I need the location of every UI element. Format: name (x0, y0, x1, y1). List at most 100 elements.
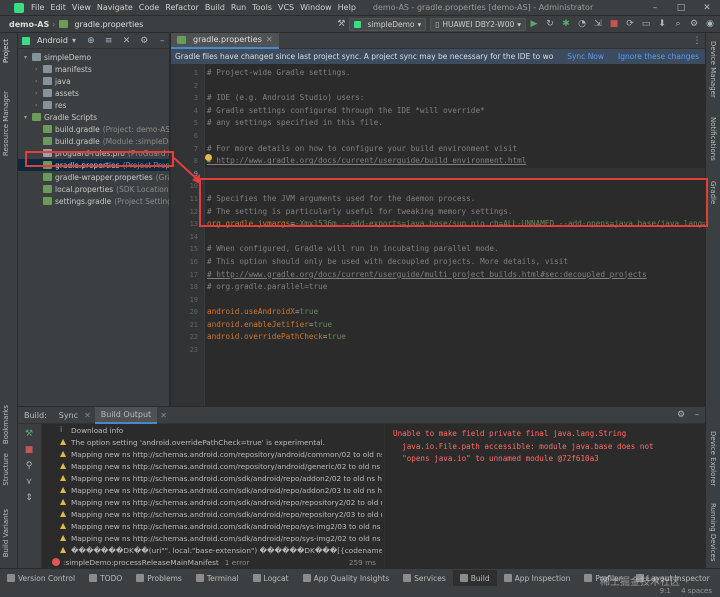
code-line[interactable]: # For more details on how to configure y… (205, 143, 705, 156)
status-tab-todo[interactable]: TODO (82, 570, 129, 586)
menu-help[interactable]: Help (335, 3, 359, 12)
device-explorer-tool-tab[interactable]: Device Explorer (709, 431, 717, 486)
tree-item[interactable]: ▾ simpleDemo (18, 51, 169, 63)
menu-code[interactable]: Code (136, 3, 162, 12)
status-tab-logcat[interactable]: Logcat (246, 570, 296, 586)
gradle-tool-tab[interactable]: Gradle (709, 181, 717, 204)
build-variants-tool-tab[interactable]: Build Variants (2, 509, 10, 557)
debug-icon[interactable]: ✱ (560, 18, 572, 30)
tree-item[interactable]: › res (18, 99, 169, 111)
build-output-row[interactable]: ▲ Mapping new ns http://schemas.android.c… (42, 448, 382, 460)
device-manager-icon[interactable]: ▭ (640, 18, 652, 30)
filter-icon[interactable]: ⋎ (23, 476, 35, 488)
status-tab-version-control[interactable]: Version Control (0, 570, 82, 586)
breadcrumb-file[interactable]: gradle.properties (71, 20, 146, 29)
code-line[interactable]: android.useAndroidX=true (205, 306, 705, 319)
running-devices-tool-tab[interactable]: Running Devices (709, 503, 717, 562)
menu-run[interactable]: Run (228, 3, 249, 12)
tree-item[interactable]: build.gradle(Module :simpleDemo) (18, 135, 169, 147)
project-tool-tab[interactable]: Project (2, 39, 10, 63)
code-line[interactable]: # Project-wide Gradle settings. (205, 67, 705, 80)
code-line[interactable] (205, 80, 705, 93)
build-output-row[interactable]: ▲ The option setting 'android.overridePat… (42, 436, 382, 448)
structure-tool-tab[interactable]: Structure (2, 453, 10, 486)
code-line[interactable]: # IDE (e.g. Android Studio) users: (205, 92, 705, 105)
code-line[interactable]: # http://www.gradle.org/docs/current/use… (205, 155, 705, 168)
locate-icon[interactable]: ⊕ (86, 35, 96, 47)
menu-file[interactable]: File (28, 3, 47, 12)
caret-position[interactable]: 9:1 (660, 587, 671, 595)
build-output-row[interactable]: i Download info (42, 424, 382, 436)
tree-item[interactable]: settings.gradle(Project Settings) (18, 195, 169, 207)
expand-arrow-icon[interactable]: › (35, 66, 43, 73)
attach-debugger-icon[interactable]: ⇲ (592, 18, 604, 30)
code-line[interactable]: # This option should only be used with d… (205, 256, 705, 269)
menu-refactor[interactable]: Refactor (162, 3, 202, 12)
code-line[interactable]: android.overridePathCheck=true (205, 331, 705, 344)
expand-arrow-icon[interactable]: ▾ (24, 54, 32, 61)
expand-all-icon[interactable]: ✕ (122, 35, 132, 47)
build-output-row[interactable]: ▲ Mapping new ns http://schemas.android.c… (42, 508, 382, 520)
resource-manager-tool-tab[interactable]: Resource Manager (2, 91, 10, 156)
expand-arrow-icon[interactable]: › (35, 90, 43, 97)
code-editor[interactable]: # Project-wide Gradle settings. # IDE (e.… (205, 64, 705, 406)
expand-arrow-icon[interactable]: › (35, 78, 43, 85)
stop-icon[interactable]: ■ (23, 444, 35, 456)
tree-item[interactable]: › assets (18, 87, 169, 99)
hammer-icon[interactable]: ⚒ (23, 428, 35, 440)
tree-item[interactable]: gradle-wrapper.properties(Gradle Version… (18, 171, 169, 183)
sync-gradle-icon[interactable]: ⟳ (624, 18, 636, 30)
device-select[interactable]: ▯ HUAWEI DBY2-W00 ▾ (430, 17, 526, 31)
rerun-icon[interactable]: ↻ (544, 18, 556, 30)
tree-item[interactable]: ▾ Gradle Scripts (18, 111, 169, 123)
code-line[interactable]: # Gradle settings configured through the… (205, 105, 705, 118)
code-line[interactable]: android.enableJetifier=true (205, 319, 705, 332)
lightbulb-icon[interactable] (205, 154, 212, 161)
minimize-icon[interactable]: – (642, 3, 668, 13)
hide-icon[interactable]: – (691, 409, 703, 421)
pin-icon[interactable]: ⚲ (23, 460, 35, 472)
tree-item[interactable]: local.properties (SDK Location) (18, 183, 169, 195)
code-line[interactable] (205, 231, 705, 244)
status-tab-terminal[interactable]: Terminal (189, 570, 246, 586)
code-line[interactable]: # http://www.gradle.org/docs/current/use… (205, 269, 705, 282)
code-line[interactable] (205, 130, 705, 143)
settings-icon[interactable]: ⚙ (675, 409, 687, 421)
sdk-manager-icon[interactable]: ⬇ (656, 18, 668, 30)
build-output-row[interactable]: ▲ Mapping new ns http://schemas.android.c… (42, 460, 382, 472)
expand-arrow-icon[interactable]: › (35, 102, 43, 109)
tab-gradle-properties[interactable]: gradle.properties ✕ (171, 32, 279, 49)
status-tab-problems[interactable]: Problems (129, 570, 189, 586)
menu-vcs[interactable]: VCS (275, 3, 297, 12)
hammer-icon[interactable]: ⚒ (335, 18, 347, 30)
build-output-row[interactable]: ▲ Mapping new ns http://schemas.android.c… (42, 496, 382, 508)
code-line[interactable]: # When configured, Gradle will run in in… (205, 243, 705, 256)
tab-build-output[interactable]: Build Output (94, 406, 158, 424)
status-tab-build[interactable]: Build (452, 570, 497, 586)
code-line[interactable] (205, 294, 705, 307)
options-icon[interactable]: ⚙ (139, 35, 149, 47)
close-tab-icon[interactable]: ✕ (266, 35, 273, 44)
project-view-select[interactable]: Android (37, 36, 68, 45)
tree-item[interactable]: build.gradle (Project: demo-AS) (18, 123, 169, 135)
menu-window[interactable]: Window (297, 3, 335, 12)
menu-view[interactable]: View (69, 3, 94, 12)
search-icon[interactable]: ⌕ (672, 18, 684, 30)
build-output-row[interactable]: ▲ �������DK��(uri"". local:"base-extensio… (42, 544, 382, 556)
build-output-row[interactable]: :simpleDemo:processReleaseMainManifest 1 … (42, 556, 382, 568)
hide-icon[interactable]: – (157, 35, 167, 47)
device-manager-tool-tab[interactable]: Device Manager (709, 41, 717, 98)
status-tab-services[interactable]: Services (396, 570, 453, 586)
menu-edit[interactable]: Edit (47, 3, 69, 12)
close-icon[interactable]: ✕ (694, 3, 720, 13)
build-output-row[interactable]: ▲ Mapping new ns http://schemas.android.c… (42, 472, 382, 484)
status-tab-app-inspection[interactable]: App Inspection (497, 570, 578, 586)
code-line[interactable]: # org.gradle.parallel=true (205, 281, 705, 294)
status-tab-app-quality-insights[interactable]: App Quality Insights (296, 570, 397, 586)
build-output-row[interactable]: ▲ Mapping new ns http://schemas.android.c… (42, 484, 382, 496)
notifications-tool-tab[interactable]: Notifications (709, 117, 717, 161)
chevron-down-icon[interactable]: ▾ (72, 36, 76, 45)
maximize-icon[interactable]: □ (668, 3, 694, 13)
settings-icon[interactable]: ⚙ (688, 18, 700, 30)
close-tab-icon[interactable]: ✕ (84, 411, 91, 420)
